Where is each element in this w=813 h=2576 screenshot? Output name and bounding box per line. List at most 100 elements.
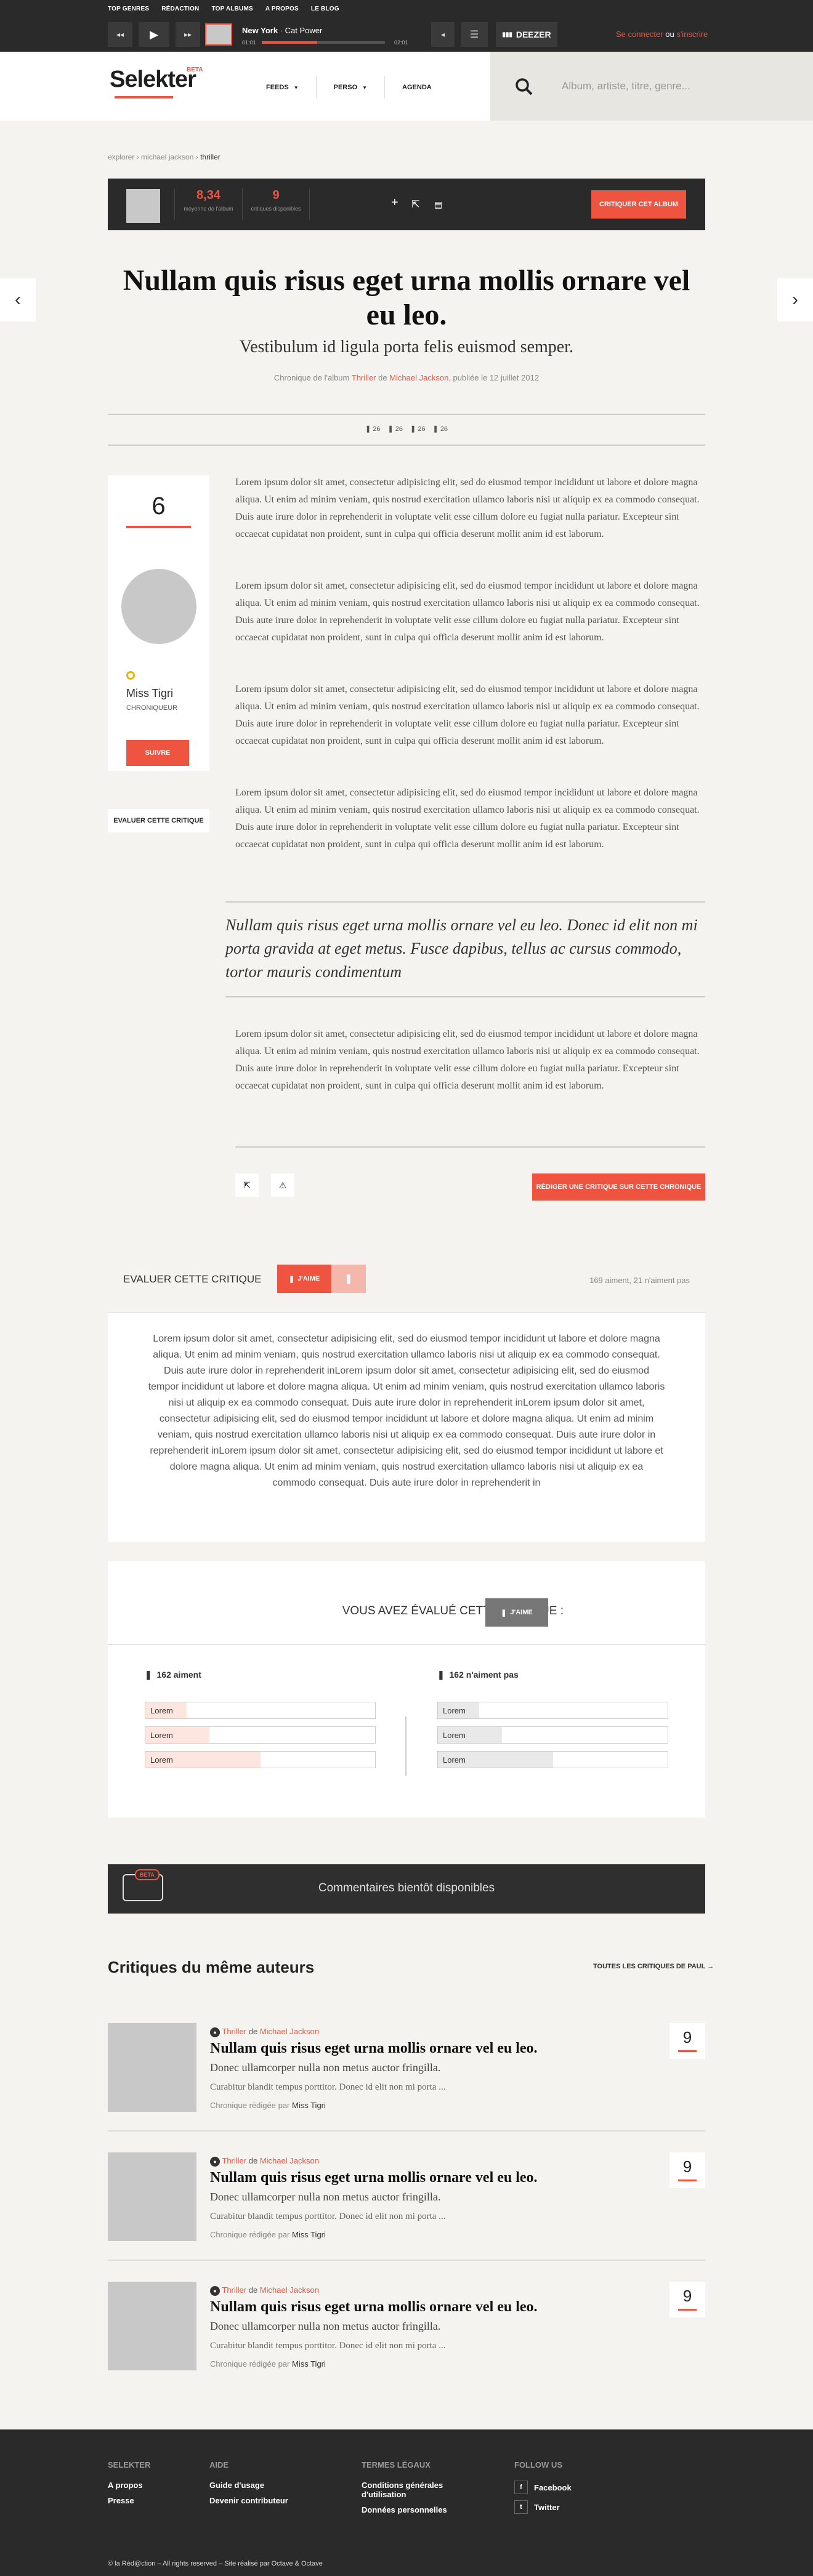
disc-icon: ● bbox=[210, 2027, 220, 2037]
stat-shares: ❚ 26 bbox=[432, 425, 448, 433]
review-score: 6 bbox=[152, 493, 166, 520]
footer-link-terms[interactable]: Conditions générales d'utilisation bbox=[362, 2481, 466, 2499]
voted-section bbox=[108, 1561, 705, 1817]
review-card[interactable]: ● Thriller de Michael Jackson Nullam qui… bbox=[108, 2023, 705, 2152]
write-critique-button[interactable]: RÉDIGER UNE CRITIQUE SUR CETTE CHRONIQUE bbox=[532, 1173, 705, 1201]
footer-link-twitter[interactable]: t Twitter bbox=[514, 2500, 572, 2514]
footer-link-facebook[interactable]: f Facebook bbox=[514, 2481, 572, 2494]
follow-button[interactable]: SUIVRE bbox=[126, 740, 189, 766]
footer-link-privacy[interactable]: Données personnelles bbox=[362, 2505, 466, 2514]
divider bbox=[108, 1644, 705, 1645]
nav-perso[interactable]: PERSO ▼ bbox=[315, 76, 384, 99]
playlist-icon[interactable]: ☰ bbox=[461, 22, 488, 47]
comments-text: Commentaires bientôt disponibles bbox=[318, 1882, 495, 1894]
comment-icon: ❚ bbox=[410, 425, 416, 433]
byline-album-link[interactable]: Thriller bbox=[352, 373, 376, 382]
footer-link-contributor[interactable]: Devenir contributeur bbox=[209, 2496, 288, 2505]
nav-agenda[interactable]: AGENDA bbox=[384, 76, 449, 99]
search-input[interactable]: Album, artiste, titre, genre... bbox=[562, 80, 690, 92]
login-link[interactable]: Se connecter bbox=[616, 30, 663, 39]
footer-link-guide[interactable]: Guide d'usage bbox=[209, 2481, 288, 2490]
nav-feeds[interactable]: FEEDS ▼ bbox=[249, 76, 316, 99]
search-icon[interactable] bbox=[515, 78, 533, 96]
evaluate-label: EVALUER CETTE CRITIQUE bbox=[123, 1273, 262, 1285]
article-byline: Chronique de l'album Thriller de Michael… bbox=[273, 373, 540, 382]
logo-text: Selekter bbox=[110, 66, 196, 92]
dislike-button[interactable]: ❚ bbox=[331, 1265, 366, 1293]
topnav-about[interactable]: A PROPOS bbox=[265, 6, 299, 12]
article-paragraph: Lorem ipsum dolor sit amet, consectetur … bbox=[235, 477, 700, 539]
album-cover[interactable] bbox=[126, 189, 160, 223]
dislike-column-head: ❚ 162 n'aiment pas bbox=[437, 1670, 519, 1680]
divider bbox=[108, 445, 705, 446]
next-icon[interactable]: ▸▸ bbox=[176, 22, 200, 47]
same-author-title: Critiques du même auteurs bbox=[108, 1958, 315, 1976]
deezer-button[interactable]: ▮▮▮ DEEZER bbox=[496, 22, 557, 47]
all-critiques-link[interactable]: TOUTES LES CRITIQUES DE PAUL → bbox=[593, 1963, 714, 1970]
evaluate-text: Lorem ipsum dolor sit amet, consectetur … bbox=[148, 1334, 665, 1488]
byline-artist-link[interactable]: Michael Jackson bbox=[389, 373, 448, 382]
author-name[interactable]: Miss Tigri bbox=[126, 687, 173, 700]
review-excerpt: Curabitur blandit tempus porttitor. Done… bbox=[210, 2082, 446, 2092]
pull-quote: Nullam quis risus eget urna mollis ornar… bbox=[225, 901, 705, 997]
stat-dislikes: ❚ 26 bbox=[387, 425, 403, 433]
review-cover[interactable] bbox=[108, 2152, 196, 2241]
author-role: CHRONIQUEUR bbox=[126, 704, 178, 712]
cart-icon[interactable]: ▤ bbox=[434, 199, 442, 210]
review-card[interactable]: ● Thriller de Michael Jackson Nullam qui… bbox=[108, 2152, 705, 2282]
chevron-down-icon: ▼ bbox=[293, 84, 299, 91]
review-title[interactable]: Nullam quis risus eget urna mollis ornar… bbox=[210, 2170, 538, 2186]
play-icon[interactable]: ▶ bbox=[139, 22, 169, 47]
track-cover bbox=[205, 23, 232, 46]
review-cover[interactable] bbox=[108, 2282, 196, 2370]
review-cover[interactable] bbox=[108, 2023, 196, 2112]
share-icon[interactable]: ⇱ bbox=[235, 1173, 259, 1197]
dislike-bar: Lorem bbox=[437, 1726, 668, 1744]
divider bbox=[108, 2130, 705, 2131]
disc-icon: ● bbox=[210, 2285, 220, 2296]
evaluate-count: 169 aiment, 21 n'aiment pas bbox=[589, 1276, 690, 1285]
evaluate-critique-button[interactable]: EVALUER CETTE CRITIQUE bbox=[108, 809, 209, 832]
review-meta: ● Thriller de Michael Jackson bbox=[210, 2156, 319, 2167]
avatar[interactable] bbox=[121, 569, 196, 644]
breadcrumb-explorer[interactable]: explorer bbox=[108, 153, 134, 161]
time-elapsed: 01:01 bbox=[242, 39, 256, 46]
footer-col-selekter: SELEKTER A propos Presse bbox=[108, 2460, 151, 2505]
auth-links: Se connecter ou s'inscrire bbox=[616, 30, 708, 39]
review-score: 9 bbox=[669, 2023, 705, 2059]
logo[interactable]: Selekter BETA bbox=[110, 66, 203, 99]
register-link[interactable]: s'inscrire bbox=[676, 30, 708, 39]
topnav-albums[interactable]: TOP ALBUMS bbox=[211, 6, 253, 12]
report-icon[interactable]: ⚠ bbox=[271, 1173, 294, 1197]
time-total: 02:01 bbox=[394, 39, 408, 46]
facebook-icon: f bbox=[514, 2481, 528, 2494]
column-divider bbox=[405, 1717, 407, 1776]
like-button[interactable]: ❚ J'AIME bbox=[277, 1265, 331, 1293]
footer-link-about[interactable]: A propos bbox=[108, 2481, 150, 2490]
next-arrow-icon[interactable]: › bbox=[777, 278, 813, 321]
album-critique-count: 9 critiques disponibles bbox=[242, 188, 310, 220]
topnav-redaction[interactable]: RÉDACTION bbox=[161, 6, 199, 12]
topnav-genres[interactable]: TOP GENRES bbox=[108, 6, 149, 12]
search-box[interactable]: Album, artiste, titre, genre... bbox=[490, 52, 813, 121]
add-icon[interactable]: + bbox=[391, 196, 398, 210]
previous-arrow-icon[interactable]: ‹ bbox=[0, 278, 36, 321]
progress-bar[interactable] bbox=[262, 41, 385, 44]
track-title: New York · Cat Power bbox=[242, 26, 323, 35]
deezer-icon: ▮▮▮ bbox=[502, 31, 512, 38]
review-card[interactable]: ● Thriller de Michael Jackson Nullam qui… bbox=[108, 2282, 705, 2411]
share-icon[interactable]: ⇱ bbox=[411, 198, 419, 211]
article-paragraph: Lorem ipsum dolor sit amet, consectetur … bbox=[235, 1029, 700, 1091]
topnav-blog[interactable]: LE BLOG bbox=[311, 6, 339, 12]
like-bar: Lorem bbox=[145, 1702, 376, 1719]
review-title[interactable]: Nullam quis risus eget urna mollis ornar… bbox=[210, 2299, 538, 2316]
dislike-bar: Lorem bbox=[437, 1751, 668, 1768]
footer-link-press[interactable]: Presse bbox=[108, 2496, 150, 2505]
volume-icon[interactable]: ◂ bbox=[431, 22, 455, 47]
divider bbox=[108, 414, 705, 415]
thumb-up-icon: ❚ bbox=[365, 425, 371, 433]
previous-icon[interactable]: ◂◂ bbox=[108, 22, 132, 47]
breadcrumb-artist[interactable]: michael jackson bbox=[141, 153, 193, 161]
critique-album-button[interactable]: CRITIQUER CET ALBUM bbox=[591, 190, 686, 219]
review-title[interactable]: Nullam quis risus eget urna mollis ornar… bbox=[210, 2040, 538, 2057]
